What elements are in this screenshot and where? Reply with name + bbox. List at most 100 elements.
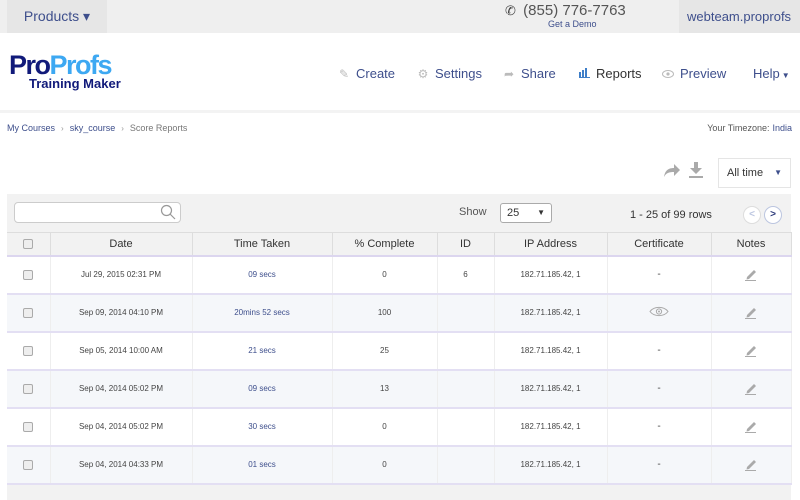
- share-arrow-icon: [664, 164, 680, 177]
- column-header-ip[interactable]: IP Address: [494, 232, 608, 257]
- products-menu-button[interactable]: Products ▾: [7, 0, 107, 33]
- select-all-checkbox[interactable]: [23, 238, 34, 249]
- time-range-select[interactable]: All time ▼: [718, 158, 791, 188]
- edit-note-pencil-icon[interactable]: [744, 267, 758, 283]
- cell-id: [437, 331, 495, 371]
- cell-ip: 182.71.185.42, 1: [494, 407, 608, 447]
- row-checkbox[interactable]: [23, 307, 34, 318]
- cell-date: Sep 04, 2014 05:02 PM: [50, 369, 193, 409]
- cell-time-taken[interactable]: 30 secs: [192, 407, 333, 447]
- view-certificate-eye-icon[interactable]: [649, 306, 669, 319]
- nav-reports[interactable]: Reports: [578, 66, 642, 81]
- certificate-none: -: [657, 459, 661, 470]
- nav-settings[interactable]: ⚙ Settings: [417, 66, 482, 81]
- table-row: Jul 29, 2015 02:31 PM 09 secs 0 6 182.71.185…: [7, 255, 792, 295]
- breadcrumb: My Courses › sky_course › Score Reports: [7, 123, 187, 133]
- cell-notes: [711, 445, 792, 485]
- cell-date: Jul 29, 2015 02:31 PM: [50, 255, 193, 295]
- nav-share[interactable]: ➦ Share: [503, 66, 556, 81]
- time-range-value: All time: [727, 167, 764, 179]
- gear-icon: ⚙: [417, 67, 429, 81]
- nav-reports-label: Reports: [596, 66, 642, 81]
- get-demo-link[interactable]: Get a Demo: [548, 19, 597, 29]
- caret-down-icon: ▼: [774, 168, 782, 177]
- table-header-row: Date Time Taken % Complete ID IP Address…: [7, 232, 792, 257]
- page-size-select[interactable]: 25 ▼: [500, 203, 552, 223]
- certificate-none: -: [657, 269, 661, 280]
- row-checkbox[interactable]: [23, 345, 34, 356]
- edit-note-pencil-icon[interactable]: [744, 343, 758, 359]
- share-report-button[interactable]: [663, 164, 681, 183]
- nav-preview[interactable]: Preview: [662, 66, 726, 81]
- breadcrumb-my-courses[interactable]: My Courses: [7, 123, 55, 133]
- cell-ip: 182.71.185.42, 1: [494, 293, 608, 333]
- search-input[interactable]: [19, 203, 159, 223]
- row-select-cell: [7, 255, 51, 295]
- next-page-button[interactable]: >: [764, 206, 782, 224]
- phone-text: (855) 776-7763: [523, 2, 626, 19]
- top-bar: Products ▾ ✆ (855) 776-7763 Get a Demo w…: [0, 0, 800, 33]
- edit-note-pencil-icon[interactable]: [744, 419, 758, 435]
- breadcrumb-course[interactable]: sky_course: [70, 123, 116, 133]
- row-select-cell: [7, 293, 51, 333]
- column-header-id[interactable]: ID: [437, 232, 495, 257]
- cell-notes: [711, 255, 792, 295]
- row-checkbox[interactable]: [23, 459, 34, 470]
- cell-time-taken[interactable]: 09 secs: [192, 255, 333, 295]
- phone-icon: ✆: [505, 3, 516, 18]
- table-row: Sep 05, 2014 10:00 AM 21 secs 25 182.71.185…: [7, 331, 792, 371]
- header: ProProfs Training Maker ✎ Create ⚙ Setting…: [0, 33, 800, 113]
- cell-complete: 0: [332, 445, 438, 485]
- cell-certificate: -: [607, 255, 712, 295]
- previous-page-button[interactable]: <: [743, 206, 761, 224]
- edit-note-pencil-icon[interactable]: [744, 381, 758, 397]
- column-header-complete[interactable]: % Complete: [332, 232, 438, 257]
- row-checkbox[interactable]: [23, 421, 34, 432]
- cell-ip: 182.71.185.42, 1: [494, 369, 608, 409]
- column-header-notes[interactable]: Notes: [711, 232, 792, 257]
- column-header-date[interactable]: Date: [50, 232, 193, 257]
- cell-time-taken[interactable]: 21 secs: [192, 331, 333, 371]
- cell-date: Sep 04, 2014 04:33 PM: [50, 445, 193, 485]
- row-select-cell: [7, 407, 51, 447]
- download-button[interactable]: [689, 162, 703, 184]
- account-name: webteam.proprofs: [687, 9, 792, 24]
- row-checkbox[interactable]: [23, 269, 34, 280]
- cell-certificate: -: [607, 369, 712, 409]
- nav-help[interactable]: Help ▼: [753, 66, 790, 81]
- cell-notes: [711, 407, 792, 447]
- cell-date: Sep 04, 2014 05:02 PM: [50, 407, 193, 447]
- proprofs-logo[interactable]: ProProfs Training Maker: [9, 52, 121, 91]
- score-report-table: Date Time Taken % Complete ID IP Address…: [7, 232, 792, 485]
- table-row: Sep 04, 2014 05:02 PM 30 secs 0 182.71.185.…: [7, 407, 792, 447]
- select-all-cell: [7, 232, 51, 257]
- account-menu[interactable]: webteam.proprofs▼: [679, 0, 800, 33]
- cell-notes: [711, 293, 792, 333]
- eye-icon: [662, 67, 674, 81]
- row-select-cell: [7, 369, 51, 409]
- pencil-icon: ✎: [338, 67, 350, 81]
- column-header-time-taken[interactable]: Time Taken: [192, 232, 333, 257]
- search-icon[interactable]: [160, 204, 176, 220]
- row-checkbox[interactable]: [23, 383, 34, 394]
- nav-share-label: Share: [521, 66, 556, 81]
- cell-certificate: [607, 293, 712, 333]
- cell-time-taken[interactable]: 01 secs: [192, 445, 333, 485]
- nav-preview-label: Preview: [680, 66, 727, 81]
- cell-ip: 182.71.185.42, 1: [494, 445, 608, 485]
- cell-date: Sep 05, 2014 10:00 AM: [50, 331, 193, 371]
- cell-id: [437, 445, 495, 485]
- timezone-info: Your Timezone: India: [707, 123, 792, 133]
- nav-create[interactable]: ✎ Create: [338, 66, 395, 81]
- certificate-none: -: [657, 421, 661, 432]
- timezone-label: Your Timezone:: [707, 123, 770, 133]
- cell-complete: 0: [332, 255, 438, 295]
- cell-time-taken[interactable]: 09 secs: [192, 369, 333, 409]
- chevron-right-icon: ›: [61, 124, 64, 133]
- column-header-certificate[interactable]: Certificate: [607, 232, 712, 257]
- timezone-value-link[interactable]: India: [772, 123, 792, 133]
- cell-time-taken[interactable]: 20mins 52 secs: [192, 293, 333, 333]
- edit-note-pencil-icon[interactable]: [744, 457, 758, 473]
- table-row: Sep 09, 2014 04:10 PM 20mins 52 secs 100 18…: [7, 293, 792, 333]
- edit-note-pencil-icon[interactable]: [744, 305, 758, 321]
